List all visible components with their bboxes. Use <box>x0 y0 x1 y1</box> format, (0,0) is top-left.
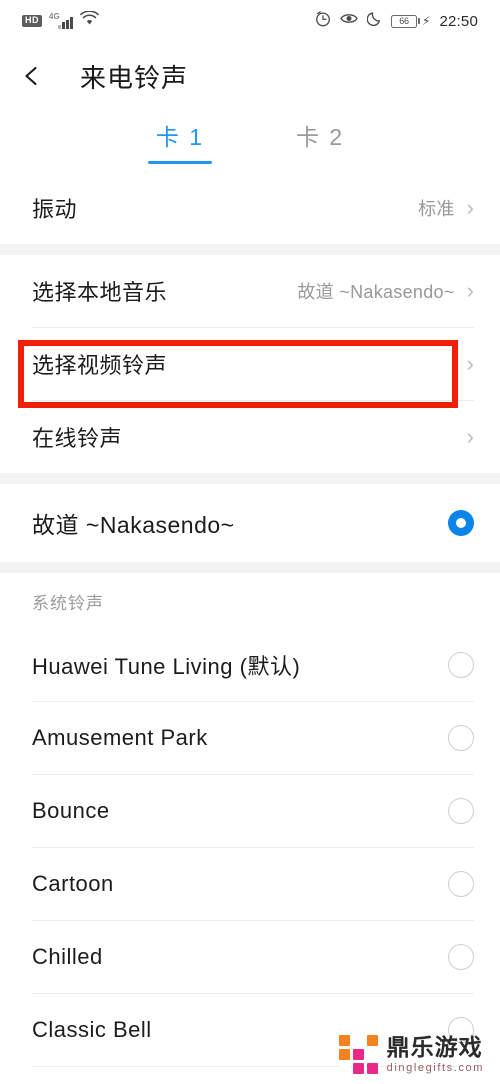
row-select-local-music-label: 选择本地音乐 <box>32 280 168 305</box>
logo-tile <box>366 1049 378 1060</box>
row-select-local-music[interactable]: 选择本地音乐 故道 ~Nakasendo~ › <box>0 255 500 327</box>
logo-tile <box>338 1035 350 1046</box>
signal-bars <box>58 17 73 29</box>
group-separator <box>0 473 500 484</box>
chevron-right-icon: › <box>466 278 474 303</box>
status-bar: HD 4G 66 ⚡ 22:50 <box>0 0 500 42</box>
chevron-right-icon: › <box>466 195 474 220</box>
radio-unselected-icon[interactable] <box>448 725 474 751</box>
hd-badge: HD <box>22 15 42 27</box>
logo-tile <box>352 1063 364 1074</box>
app-header: 来电铃声 <box>0 42 500 110</box>
watermark-brand: 鼎乐游戏 <box>386 1033 483 1060</box>
row-select-video-ringtone-label: 选择视频铃声 <box>32 353 168 378</box>
row-select-local-music-right: 故道 ~Nakasendo~ › <box>297 278 474 304</box>
ringtone-label: Bounce <box>32 798 110 823</box>
group-separator <box>0 244 500 255</box>
current-ringtone-group: 故道 ~Nakasendo~ <box>0 484 500 562</box>
sim-tabs: 卡 1 卡 2 <box>0 110 500 172</box>
row-vibration-value: 标准 <box>418 199 455 219</box>
row-online-ringtones-label: 在线铃声 <box>32 426 123 451</box>
chevron-right-icon: › <box>466 351 474 376</box>
status-bar-left: HD 4G <box>22 10 99 31</box>
row-vibration-right: 标准 › <box>418 195 474 221</box>
row-vibration-label: 振动 <box>32 197 78 222</box>
row-ringtone-amusement-park[interactable]: Amusement Park <box>0 702 500 774</box>
row-select-video-ringtone-right: › <box>467 353 474 375</box>
page-title: 来电铃声 <box>80 62 189 93</box>
watermark-text: 鼎乐游戏 dinglegifts.com <box>386 1033 484 1074</box>
row-ringtone-cartoon[interactable]: Cartoon <box>0 848 500 920</box>
ringtone-label: Cartoon <box>32 871 114 896</box>
logo-tile <box>366 1035 378 1046</box>
radio-unselected-icon[interactable] <box>448 798 474 824</box>
watermark: 鼎乐游戏 dinglegifts.com <box>338 1033 484 1074</box>
eye-icon <box>340 12 358 30</box>
tab-sim-1[interactable]: 卡 1 <box>146 118 214 164</box>
row-ringtone-bounce[interactable]: Bounce <box>0 775 500 847</box>
group-separator <box>0 562 500 573</box>
status-bar-right: 66 ⚡ 22:50 <box>315 10 478 32</box>
battery-level: 66 <box>391 14 418 28</box>
row-select-local-music-value: 故道 ~Nakasendo~ <box>297 282 455 302</box>
back-button[interactable] <box>24 61 54 91</box>
battery-cap <box>418 18 421 24</box>
row-online-ringtones-right: › <box>467 426 474 448</box>
wifi-icon <box>79 10 99 31</box>
ringtone-source-group: 选择本地音乐 故道 ~Nakasendo~ › 选择视频铃声 › 在线铃声 › <box>0 255 500 473</box>
phone-screen: HD 4G 66 ⚡ 22:50 来电铃声 卡 1 卡 2 振动 标准 › 选择… <box>0 0 500 1084</box>
ringtone-label: Classic Bell <box>32 1017 152 1042</box>
charging-bolt-icon: ⚡ <box>422 14 431 28</box>
logo-tile <box>366 1063 378 1074</box>
alarm-icon <box>315 10 331 32</box>
watermark-logo-icon <box>338 1035 378 1074</box>
ringtone-label: Chilled <box>32 944 103 969</box>
radio-unselected-icon[interactable] <box>448 652 474 678</box>
system-ringtones-group: 系统铃声 Huawei Tune Living (默认) Amusement P… <box>0 573 500 1067</box>
logo-tile <box>352 1035 364 1046</box>
battery-icon: 66 ⚡ <box>391 14 430 28</box>
logo-tile <box>352 1049 364 1060</box>
logo-tile <box>338 1049 350 1060</box>
moon-icon <box>366 11 382 31</box>
row-current-ringtone[interactable]: 故道 ~Nakasendo~ <box>0 484 500 562</box>
row-online-ringtones[interactable]: 在线铃声 › <box>0 401 500 473</box>
signal-icon: 4G <box>49 11 73 29</box>
radio-unselected-icon[interactable] <box>448 944 474 970</box>
ringtone-label: Amusement Park <box>32 725 208 750</box>
row-current-ringtone-label: 故道 ~Nakasendo~ <box>32 512 235 538</box>
row-ringtone-huawei-tune-living[interactable]: Huawei Tune Living (默认) <box>0 629 500 701</box>
network-type-label: 4G <box>49 11 60 21</box>
row-vibration[interactable]: 振动 标准 › <box>0 172 500 244</box>
radio-selected-icon[interactable] <box>448 510 474 536</box>
section-header-system-ringtones: 系统铃声 <box>0 573 500 629</box>
logo-tile <box>338 1063 350 1074</box>
radio-unselected-icon[interactable] <box>448 871 474 897</box>
row-select-video-ringtone[interactable]: 选择视频铃声 › <box>0 328 500 400</box>
clock-time: 22:50 <box>439 12 478 30</box>
tab-sim-2[interactable]: 卡 2 <box>286 118 354 164</box>
row-ringtone-chilled[interactable]: Chilled <box>0 921 500 993</box>
vibration-group: 振动 标准 › <box>0 172 500 244</box>
watermark-url: dinglegifts.com <box>386 1061 484 1074</box>
ringtone-label: Huawei Tune Living (默认) <box>32 654 301 679</box>
chevron-right-icon: › <box>466 424 474 449</box>
